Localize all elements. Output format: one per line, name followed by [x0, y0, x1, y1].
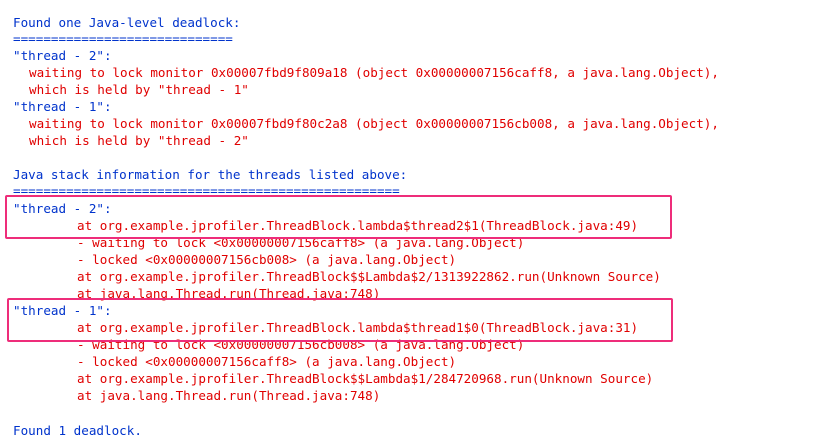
stack-info-header: Java stack information for the threads l…: [13, 167, 408, 182]
deadlock-count-footer: Found 1 deadlock.: [13, 423, 142, 438]
thread-1-held-by: which is held by "thread - 2": [29, 133, 249, 148]
thread-1-highlight-box: [7, 298, 673, 342]
thread-2-held-by: which is held by "thread - 1": [29, 82, 249, 97]
stack-thread-2-locked: - locked <0x00000007156cb008> (a java.la…: [77, 252, 457, 267]
stack-thread-1-frame: at java.lang.Thread.run(Thread.java:748): [77, 388, 381, 403]
thread-2-waiting-monitor: waiting to lock monitor 0x00007fbd9f809a…: [29, 65, 719, 80]
stack-thread-2-frame: at org.example.jprofiler.ThreadBlock$$La…: [77, 269, 661, 284]
stack-thread-1-locked: - locked <0x00000007156caff8> (a java.la…: [77, 354, 457, 369]
deadlock-console-output: Found one Java-level deadlock: =========…: [0, 0, 813, 443]
separator-line: =============================: [13, 31, 233, 46]
deadlock-found-header: Found one Java-level deadlock:: [13, 15, 241, 30]
thread-2-name: "thread - 2":: [13, 48, 112, 63]
thread-1-waiting-monitor: waiting to lock monitor 0x00007fbd9f80c2…: [29, 116, 719, 131]
thread-2-highlight-box: [5, 195, 672, 239]
stack-thread-1-frame: at org.example.jprofiler.ThreadBlock$$La…: [77, 371, 654, 386]
thread-1-name: "thread - 1":: [13, 99, 112, 114]
